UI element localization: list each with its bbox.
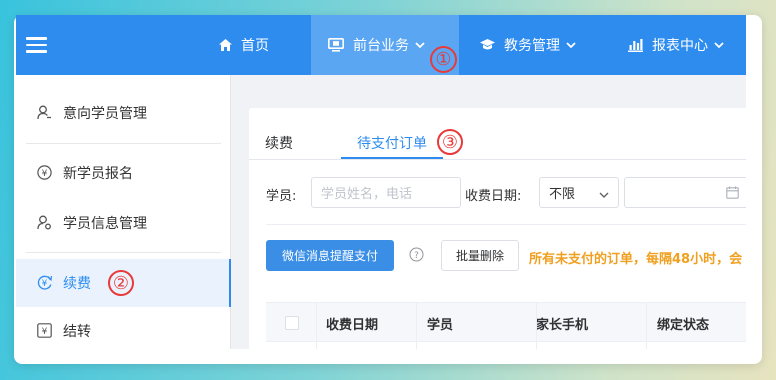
graduation-cap-icon xyxy=(480,39,495,51)
filter-divider xyxy=(266,224,746,225)
monitor-icon xyxy=(328,38,344,52)
nav-home-label: 首页 xyxy=(241,38,269,54)
column-header[interactable]: 家长手机 xyxy=(536,303,588,343)
nav-academic-label: 教务管理 xyxy=(504,38,560,54)
chevron-down-icon xyxy=(714,41,724,49)
charge-date-select-value: 不限 xyxy=(549,187,576,202)
sidebar-divider xyxy=(26,252,221,253)
yen-coin-icon: ¥ xyxy=(37,165,53,181)
annotation-1: ① xyxy=(430,46,457,73)
sidebar-item-new-enrollment[interactable]: ¥ 新学员报名 xyxy=(16,149,230,197)
top-navbar: 首页 前台业务 教务管理 报表中心 ① xyxy=(16,15,746,75)
chevron-down-icon xyxy=(566,41,576,49)
home-icon xyxy=(219,39,232,51)
column-divider xyxy=(416,302,417,349)
student-search-placeholder: 学员姓名，电话 xyxy=(321,187,413,202)
nav-reports[interactable]: 报表中心 xyxy=(628,15,724,75)
charge-date-select[interactable]: 不限 xyxy=(539,177,619,208)
user-settings-icon xyxy=(37,215,53,231)
content-panel: 续费 待支付订单 ③ 学员: 学员姓名，电话 收费日期: 不限 微信消息提醒支付… xyxy=(249,108,746,349)
sidebar-item-label: 结转 xyxy=(63,324,91,340)
bar-chart-icon xyxy=(628,38,643,52)
charge-date-label: 收费日期: xyxy=(465,189,522,204)
column-header[interactable]: 收费日期 xyxy=(326,303,378,343)
tab-bar: 续费 待支付订单 ③ xyxy=(249,108,746,160)
sidebar-item-label: 新学员报名 xyxy=(63,166,133,182)
question-circle-icon[interactable]: ? xyxy=(409,247,424,266)
sidebar-item-renewal[interactable]: ¥ 续费 ② xyxy=(16,259,231,307)
tab-active-indicator xyxy=(341,157,443,159)
nav-home[interactable]: 首页 xyxy=(219,15,269,75)
student-label: 学员: xyxy=(266,189,297,204)
column-divider xyxy=(316,302,317,349)
yen-transfer-icon: ¥ xyxy=(37,323,53,339)
svg-text:¥: ¥ xyxy=(42,169,48,179)
svg-text:?: ? xyxy=(414,251,419,261)
column-header[interactable]: 绑定状态 xyxy=(657,303,709,343)
column-header[interactable]: 学员 xyxy=(427,303,453,343)
annotation-3: ③ xyxy=(437,129,463,155)
sidebar-item-label: 意向学员管理 xyxy=(63,106,147,122)
date-picker-input[interactable] xyxy=(624,177,746,208)
sidebar-item-carryover[interactable]: ¥ 结转 xyxy=(16,307,230,349)
table-header-row: 收费日期 学员 家长手机 绑定状态 xyxy=(266,302,746,342)
sidebar-item-student-info[interactable]: 学员信息管理 xyxy=(16,199,230,247)
svg-text:¥: ¥ xyxy=(42,279,48,289)
svg-text:¥: ¥ xyxy=(42,327,48,337)
wechat-reminder-button[interactable]: 微信消息提醒支付 xyxy=(266,240,394,271)
app-window: 首页 前台业务 教务管理 报表中心 ① 意向学员管理 ¥ 新学员报名 学员信息管… xyxy=(16,15,746,349)
tab-pending-orders[interactable]: 待支付订单 xyxy=(357,133,427,153)
nav-academic[interactable]: 教务管理 xyxy=(480,15,576,75)
chevron-down-icon xyxy=(415,41,425,49)
orders-table: 收费日期 学员 家长手机 绑定状态 xyxy=(266,302,746,349)
column-divider xyxy=(646,302,647,349)
select-all-checkbox[interactable] xyxy=(285,316,299,330)
annotation-2: ② xyxy=(108,270,134,296)
sidebar: 意向学员管理 ¥ 新学员报名 学员信息管理 ¥ 续费 ② ¥ 结转 xyxy=(16,75,231,349)
sidebar-divider xyxy=(26,143,221,144)
user-icon xyxy=(37,105,53,121)
sidebar-item-label: 学员信息管理 xyxy=(63,216,147,232)
yen-refresh-icon: ¥ xyxy=(37,275,53,291)
tab-renewal[interactable]: 续费 xyxy=(265,133,293,153)
nav-reports-label: 报表中心 xyxy=(652,38,708,54)
menu-icon[interactable] xyxy=(26,37,47,53)
chevron-down-icon xyxy=(599,188,609,203)
nav-front-business-label: 前台业务 xyxy=(353,38,409,54)
sidebar-item-label: 续费 xyxy=(63,276,91,292)
sidebar-item-prospects[interactable]: 意向学员管理 xyxy=(16,89,230,137)
batch-delete-button[interactable]: 批量删除 xyxy=(441,240,519,271)
calendar-icon xyxy=(726,186,739,203)
unpaid-order-notice: 所有未支付的订单，每隔48小时，会 xyxy=(529,252,743,267)
column-divider xyxy=(536,302,537,349)
student-search-input[interactable]: 学员姓名，电话 xyxy=(311,177,461,208)
